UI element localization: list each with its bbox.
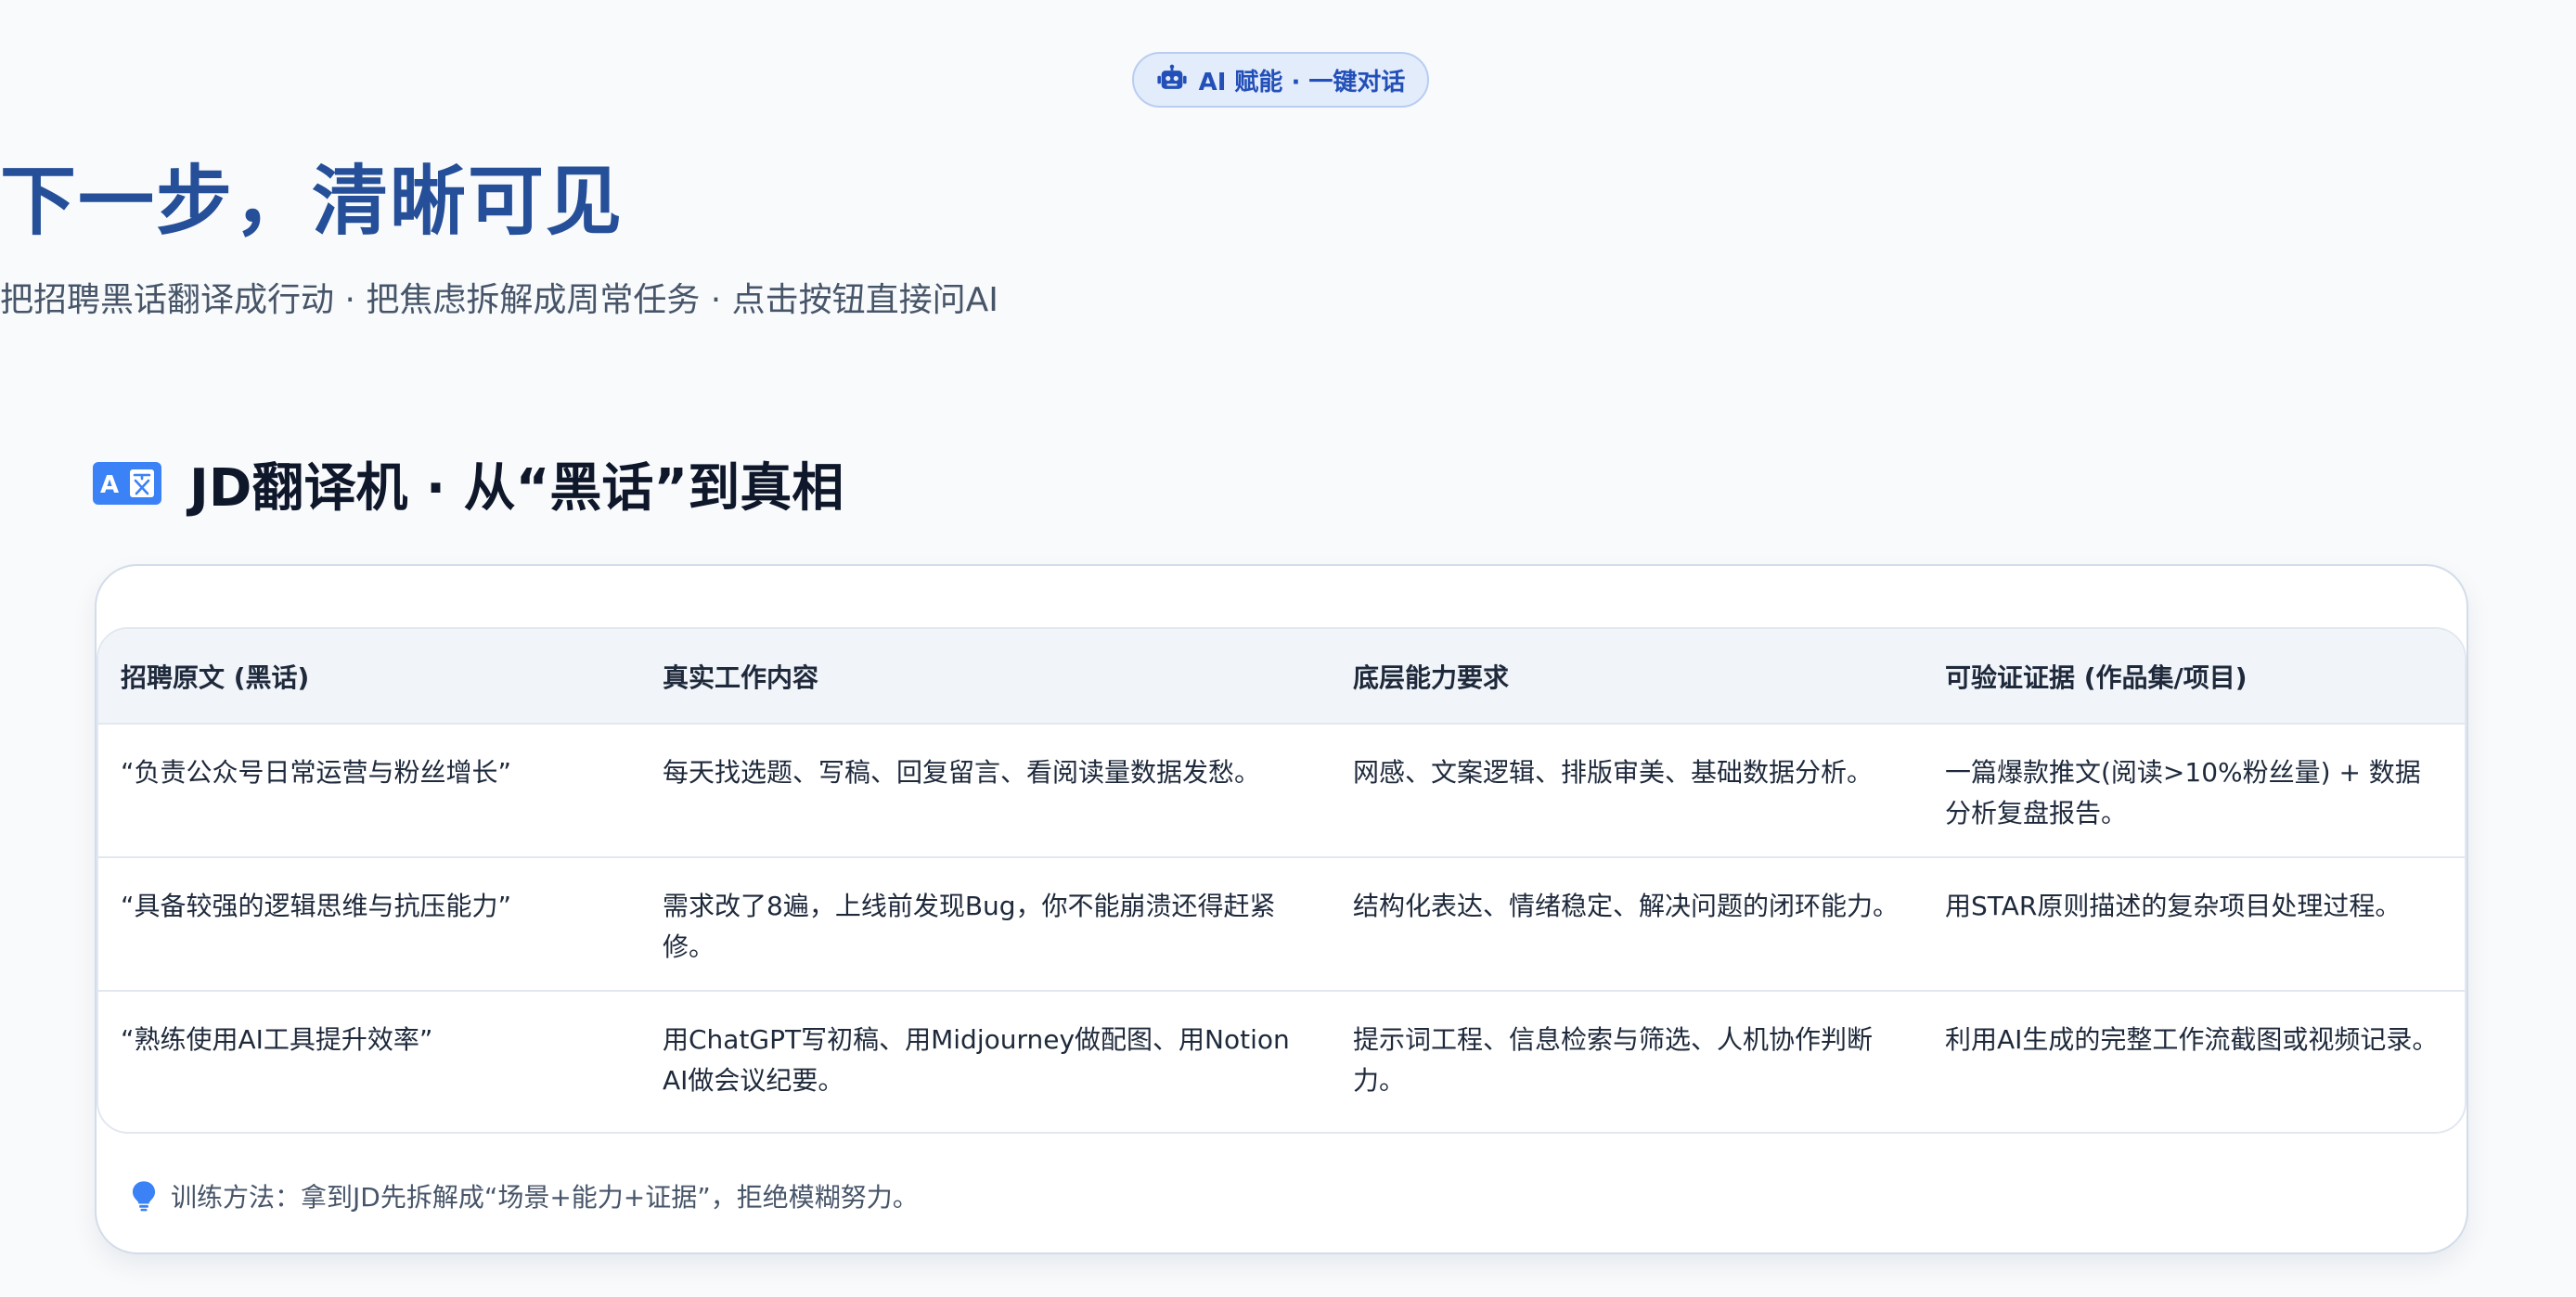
- translate-icon: A: [93, 462, 161, 505]
- table-cell: 需求改了8遍，上线前发现Bug，你不能崩溃还得赶紧修。: [640, 857, 1331, 992]
- column-header-original: 招聘原文 (黑话): [98, 629, 640, 725]
- table-cell: 结构化表达、情绪稳定、解决问题的闭环能力。: [1331, 857, 1923, 992]
- jd-table-container: 招聘原文 (黑话) 真实工作内容 底层能力要求 可验证证据 (作品集/项目) “…: [97, 627, 2467, 1134]
- section-header: A JD翻译机 · 从“黑话”到真相: [93, 451, 844, 519]
- table-row: “负责公众号日常运营与粉丝增长” 每天找选题、写稿、回复留言、看阅读量数据发愁。…: [98, 724, 2465, 858]
- training-tip: 训练方法：拿到JD先拆解成“场景+能力+证据”，拒绝模糊努力。: [130, 1173, 919, 1219]
- column-header-evidence: 可验证证据 (作品集/项目): [1923, 629, 2465, 725]
- table-header-row: 招聘原文 (黑话) 真实工作内容 底层能力要求 可验证证据 (作品集/项目): [98, 629, 2465, 725]
- ai-chat-badge[interactable]: AI 赋能 · 一键对话: [1132, 52, 1429, 108]
- page: AI 赋能 · 一键对话 下一步，清晰可见 把招聘黑话翻译成行动 · 把焦虑拆解…: [0, 0, 2576, 1297]
- hero-subtitle: 把招聘黑话翻译成行动 · 把焦虑拆解成周常任务 · 点击按钮直接问AI: [0, 281, 998, 319]
- table-row: “熟练使用AI工具提升效率” 用ChatGPT写初稿、用Midjourney做配…: [98, 991, 2465, 1124]
- lightbulb-icon: [132, 1181, 156, 1212]
- table-cell: 利用AI生成的完整工作流截图或视频记录。: [1945, 1024, 2439, 1055]
- section-title: JD翻译机 · 从“黑话”到真相: [189, 457, 844, 519]
- table-cell: 每天找选题、写稿、回复留言、看阅读量数据发愁。: [640, 724, 1331, 858]
- table-cell: “具备较强的逻辑思维与抗压能力”: [98, 857, 640, 992]
- column-header-abilities: 底层能力要求: [1331, 629, 1923, 725]
- table-cell: 一篇爆款推文(阅读>10%粉丝量) + 数据分析复盘报告。: [1923, 724, 2465, 858]
- jd-translator-card: 招聘原文 (黑话) 真实工作内容 底层能力要求 可验证证据 (作品集/项目) “…: [95, 564, 2468, 1254]
- hero-title: 下一步，清晰可见: [0, 158, 625, 246]
- table-cell: 提示词工程、信息检索与筛选、人机协作判断力。: [1353, 1024, 1874, 1096]
- robot-icon: [1156, 64, 1187, 89]
- svg-text:A: A: [100, 471, 119, 499]
- table-row: “具备较强的逻辑思维与抗压能力” 需求改了8遍，上线前发现Bug，你不能崩溃还得…: [98, 857, 2465, 992]
- table-cell: “负责公众号日常运营与粉丝增长”: [98, 724, 640, 858]
- jd-table: 招聘原文 (黑话) 真实工作内容 底层能力要求 可验证证据 (作品集/项目) “…: [98, 629, 2465, 1124]
- table-cell: “熟练使用AI工具提升效率”: [121, 1024, 433, 1055]
- table-cell: 网感、文案逻辑、排版审美、基础数据分析。: [1331, 724, 1923, 858]
- badge-label: AI 赋能 · 一键对话: [1198, 68, 1406, 96]
- tip-text: 训练方法：拿到JD先拆解成“场景+能力+证据”，拒绝模糊努力。: [171, 1182, 919, 1213]
- column-header-real-work: 真实工作内容: [640, 629, 1331, 725]
- table-cell: 用ChatGPT写初稿、用Midjourney做配图、用Notion AI做会议…: [663, 1024, 1290, 1096]
- table-cell: 用STAR原则描述的复杂项目处理过程。: [1923, 857, 2465, 992]
